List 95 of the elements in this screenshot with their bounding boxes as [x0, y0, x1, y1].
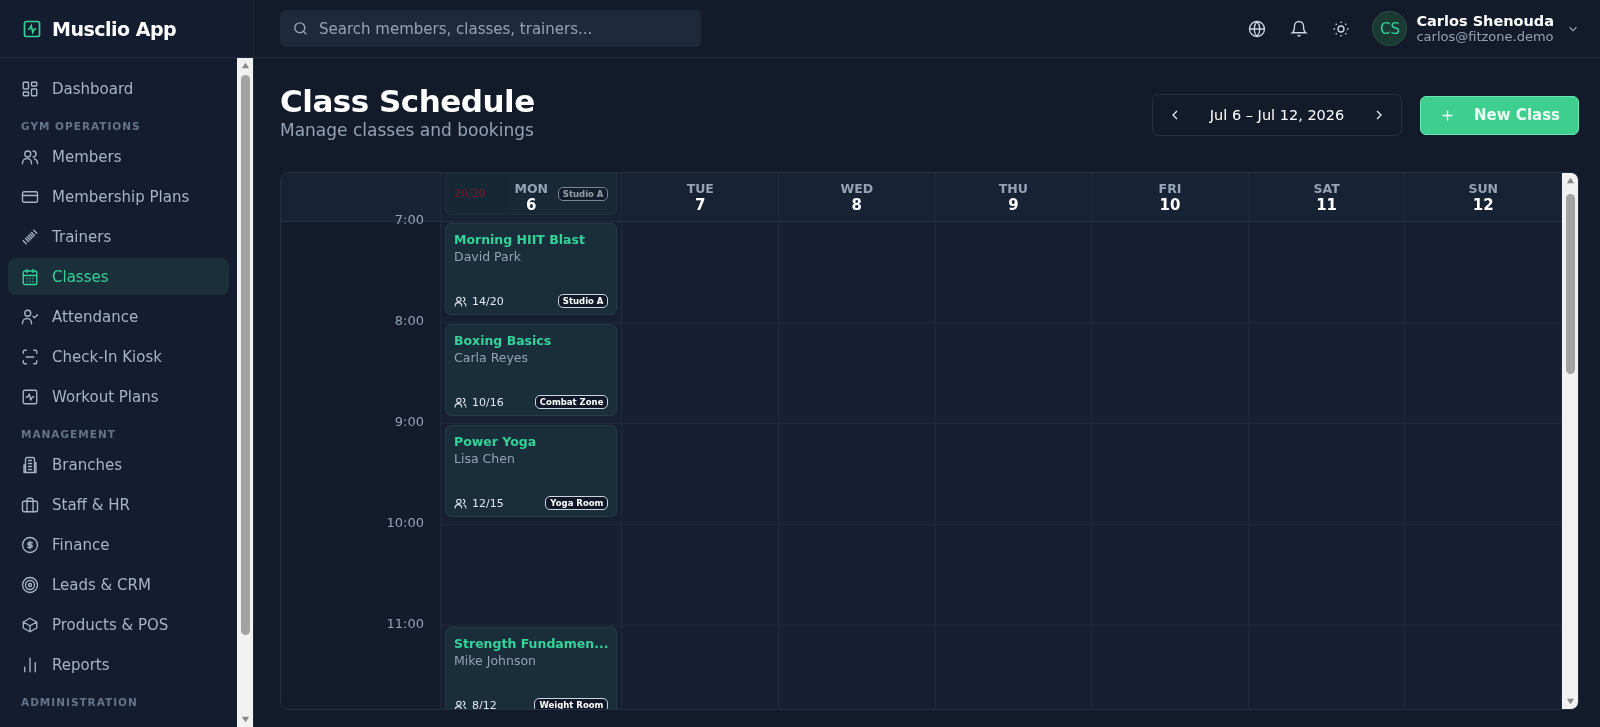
nav-item[interactable]: Classes [8, 258, 229, 295]
weekday: WED [840, 180, 874, 196]
bar-chart-icon [21, 655, 39, 674]
trainer-name: Lisa Chen [454, 451, 516, 466]
weekday: SAT [1313, 180, 1340, 196]
time-label: 10:00 [386, 515, 424, 530]
scrollbar[interactable] [237, 58, 253, 727]
day-number: 8 [851, 195, 863, 214]
section-heading: GYM OPERATIONS [20, 119, 142, 134]
arrow-down-icon[interactable] [1565, 697, 1575, 706]
day-number: 7 [695, 195, 706, 214]
briefcase-icon [21, 495, 39, 514]
time-label: 9:00 [394, 414, 424, 429]
room-tag: Studio A [557, 294, 609, 308]
nav-item[interactable]: Dashboard [8, 70, 229, 107]
user-email: carlos@fitzone.demo [1416, 29, 1554, 44]
users-icon [454, 294, 467, 308]
class-title: Boxing Basics [454, 333, 553, 348]
weekday: FRI [1158, 180, 1182, 196]
class-card[interactable]: Power Yoga Lisa Chen 12/15 Yoga Room [445, 425, 618, 517]
user-check-icon [21, 307, 39, 326]
room-tag: Studio A [557, 186, 609, 201]
trainer-name: David Park [454, 249, 523, 264]
booking-count: 20/20 [454, 187, 486, 200]
page-title: Class Schedule [280, 82, 535, 120]
arrow-up-icon[interactable] [240, 61, 250, 70]
users-icon [454, 698, 467, 709]
booking-count: 12/15 [472, 496, 505, 510]
class-title: Morning HIIT Blast [454, 232, 586, 247]
nav-item[interactable]: Branches [8, 446, 229, 483]
weekday: TUE [686, 180, 714, 196]
class-card[interactable]: Boxing Basics Carla Reyes 10/16 Combat Zone [445, 324, 618, 416]
activity-icon [21, 387, 39, 406]
arrow-up-icon[interactable] [1565, 176, 1575, 185]
user-name: Carlos Shenouda [1416, 13, 1554, 29]
nav-item[interactable]: Reports [8, 646, 229, 683]
page-subtitle: Manage classes and bookings [280, 120, 535, 140]
target-icon [21, 575, 39, 594]
sun-icon[interactable] [1332, 19, 1351, 38]
nav-item[interactable]: Workout Plans [8, 378, 229, 415]
users-icon [21, 147, 39, 166]
room-tag: Yoga Room [545, 496, 609, 510]
class-title: Strength Fundamen... [454, 636, 609, 651]
class-card[interactable]: Strength Fundamen... Mike Johnson 8/12 Weight Room [445, 627, 618, 709]
users-icon [454, 496, 467, 510]
weekday: THU [998, 180, 1028, 196]
grid-icon [21, 79, 39, 98]
date-range: Jul 6 – Jul 12, 2026 [1209, 107, 1345, 123]
arrow-down-icon[interactable] [240, 715, 250, 724]
section-heading: MANAGEMENT [20, 427, 117, 442]
room-tag: Weight Room [534, 698, 609, 709]
section-heading: ADMINISTRATION [20, 695, 139, 710]
room-tag: Combat Zone [534, 395, 609, 409]
search-field[interactable]: Search members, classes, trainers... [280, 10, 701, 47]
calendar-icon [21, 267, 39, 286]
class-title: Power Yoga [454, 434, 538, 449]
weekday: SUN [1468, 180, 1498, 196]
day-number: 11 [1316, 195, 1338, 214]
time-label: 11:00 [386, 616, 424, 631]
weekday: MON [514, 180, 548, 196]
time-label: 8:00 [394, 313, 424, 328]
day-number: 10 [1159, 195, 1181, 214]
booking-count: 8/12 [472, 698, 498, 709]
scrollbar-thumb[interactable] [240, 75, 250, 635]
booking-count: 10/16 [472, 395, 505, 409]
app-name: Musclio App [52, 17, 177, 40]
time-label: 7:00 [394, 212, 424, 227]
bell-icon[interactable] [1290, 19, 1309, 38]
scrollbar-thumb[interactable] [1565, 194, 1575, 374]
users-icon [454, 395, 467, 409]
trainer-name: Mike Johnson [454, 653, 537, 668]
nav-item[interactable]: Trainers [8, 218, 229, 255]
activity-logo-icon [22, 18, 42, 39]
globe-icon[interactable] [1248, 19, 1267, 38]
day-number: 6 [526, 195, 537, 214]
nav-item[interactable]: Membership Plans [8, 178, 229, 215]
nav-item[interactable]: Attendance [8, 298, 229, 335]
avatar[interactable]: CS [1372, 11, 1408, 46]
search-icon [292, 20, 309, 37]
day-number: 9 [1008, 195, 1019, 214]
nav-item[interactable]: Products & POS [8, 606, 229, 643]
dollar-icon [21, 535, 39, 554]
nav-item[interactable]: Staff & HR [8, 486, 229, 523]
box-icon [21, 615, 39, 634]
booking-count: 14/20 [472, 294, 505, 308]
nav-item[interactable]: Finance [8, 526, 229, 563]
scrollbar[interactable] [1562, 173, 1578, 709]
building-icon [21, 455, 39, 474]
trainer-name: Carla Reyes [454, 350, 530, 365]
nav-item[interactable]: Members [8, 138, 229, 175]
nav-item[interactable]: Check-In Kiosk [8, 338, 229, 375]
class-card[interactable]: Morning HIIT Blast David Park 14/20 Studio A [445, 223, 618, 315]
scan-icon [21, 347, 39, 366]
day-number: 12 [1472, 195, 1494, 214]
nav-item[interactable]: Leads & CRM [8, 566, 229, 603]
